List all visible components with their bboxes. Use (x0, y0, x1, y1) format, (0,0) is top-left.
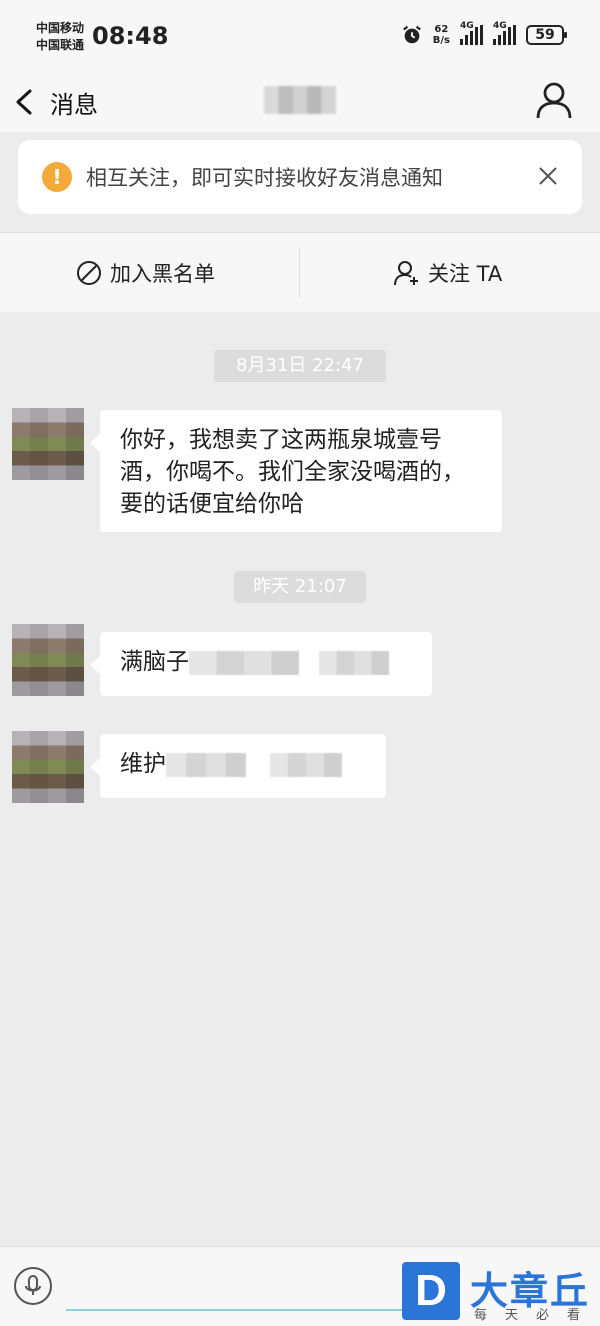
follow-notice-banner: ! 相互关注，即可实时接收好友消息通知 (18, 140, 582, 214)
voice-input-button[interactable] (14, 1267, 52, 1305)
back-label: 消息 (50, 90, 98, 119)
chat-header: 消息 (0, 72, 600, 132)
status-bar: 中国移动 中国联通 08:48 62 B/s 4G 4G 59 (0, 0, 600, 72)
block-icon (77, 261, 101, 285)
avatar[interactable] (12, 408, 84, 480)
avatar[interactable] (12, 624, 84, 696)
signal-icon: 4G (493, 21, 516, 45)
chevron-left-icon (16, 89, 32, 115)
site-watermark: D 大章丘 每天必看 (402, 1262, 598, 1324)
signal-icon: 4G (460, 21, 483, 45)
warning-icon: ! (42, 162, 72, 192)
message-bubble[interactable]: 满脑子 (90, 632, 432, 696)
chat-screen: 中国移动 中国联通 08:48 62 B/s 4G 4G 59 消息 ! 相互关… (0, 0, 600, 1326)
alarm-icon (402, 25, 421, 44)
message-input[interactable] (66, 1265, 406, 1311)
message-bubble[interactable]: 维护 (90, 734, 386, 798)
status-icons: 62 B/s 4G 4G 59 (401, 21, 567, 46)
add-to-blacklist-button[interactable]: 加入黑名单 (76, 233, 215, 313)
battery-indicator: 59 (526, 25, 567, 45)
close-icon[interactable] (536, 164, 560, 188)
redacted-text (189, 650, 299, 675)
clock: 08:48 (92, 22, 169, 50)
add-to-blacklist-label: 加入黑名单 (110, 262, 215, 286)
microphone-icon (25, 1275, 41, 1295)
redacted-text (270, 752, 342, 777)
carrier-1: 中国移动 (36, 21, 85, 35)
net-speed: 62 B/s (432, 24, 450, 46)
message-bubble[interactable]: 你好，我想卖了这两瓶泉城壹号 酒，你喝不。我们全家没喝酒的， 要的话便宜给你哈 (90, 410, 502, 532)
watermark-slogan: 每天必看 (474, 1308, 599, 1323)
follow-button[interactable]: 关注 TA (394, 233, 502, 313)
timestamp: 8月31日 22:47 (214, 350, 386, 382)
back-button[interactable]: 消息 (12, 82, 98, 122)
contact-name-redacted (264, 86, 336, 114)
follow-label: 关注 TA (428, 262, 503, 286)
redacted-text (319, 650, 389, 675)
carrier-2: 中国联通 (36, 38, 85, 52)
notice-text: 相互关注，即可实时接收好友消息通知 (86, 166, 443, 190)
redacted-text (166, 752, 246, 777)
add-user-icon (394, 261, 418, 286)
action-bar: 加入黑名单 关注 TA (0, 232, 600, 312)
carrier-info: 中国移动 中国联通 (36, 20, 84, 54)
user-profile-icon[interactable] (534, 80, 574, 120)
timestamp: 昨天 21:07 (234, 571, 366, 603)
avatar[interactable] (12, 731, 84, 803)
watermark-logo: D (402, 1262, 460, 1320)
divider (299, 249, 300, 297)
